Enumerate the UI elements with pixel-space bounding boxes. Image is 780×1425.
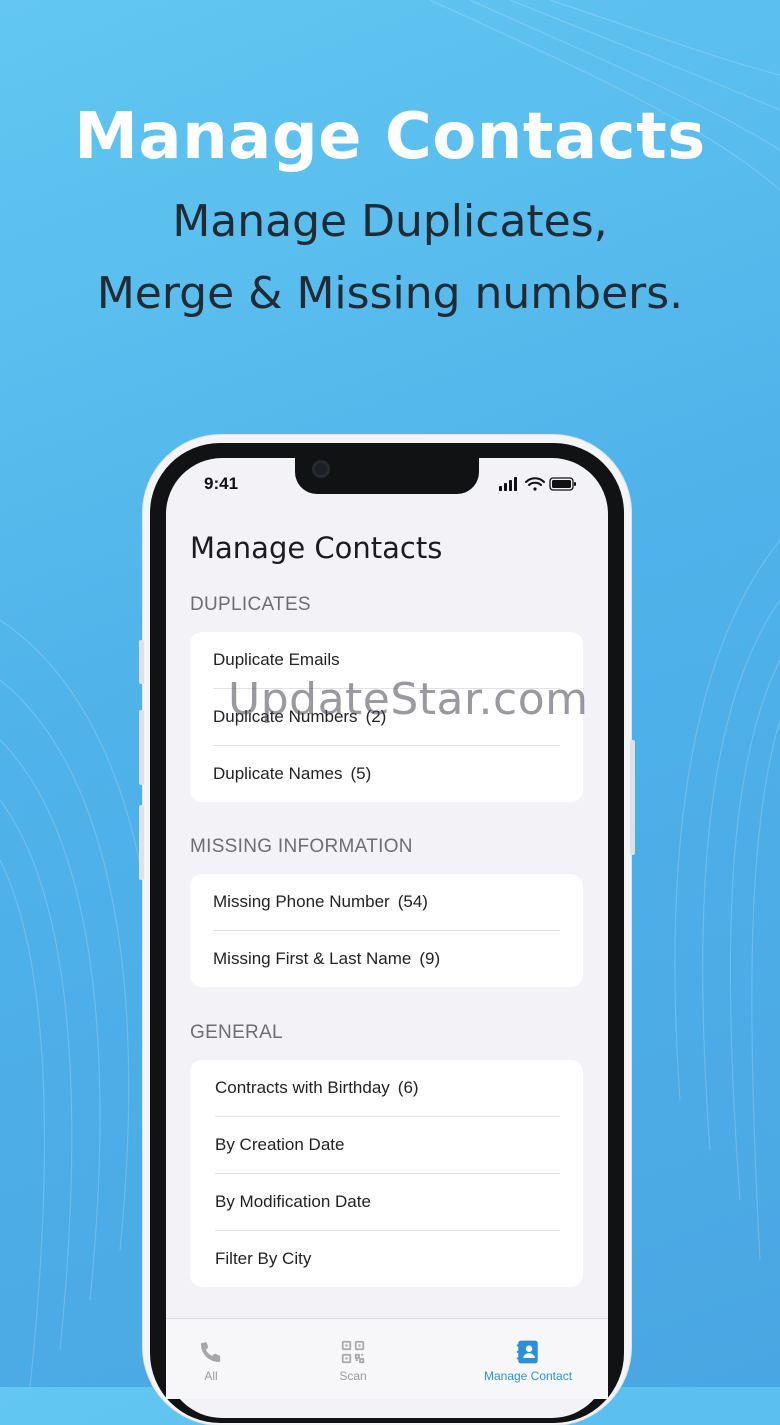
tab-all[interactable]: All <box>186 1339 236 1409</box>
cellular-signal-icon <box>499 477 517 491</box>
list-item-count: (9) <box>419 949 441 968</box>
list-item-label: Contracts with Birthday <box>215 1078 390 1097</box>
section-label-duplicates: DUPLICATES <box>190 594 311 615</box>
list-item-duplicate-names[interactable]: Duplicate Names (5) <box>213 745 560 802</box>
tab-label: All <box>204 1369 218 1383</box>
list-item-count: (54) <box>397 892 428 911</box>
list-item-by-modification-date[interactable]: By Modification Date <box>215 1173 560 1230</box>
wifi-icon <box>525 477 545 491</box>
power-button <box>630 740 635 855</box>
list-item-label: By Creation Date <box>215 1135 345 1154</box>
phone-icon <box>201 1341 221 1362</box>
volume-down-button <box>139 710 144 785</box>
hero-title: Manage Contacts <box>74 100 706 174</box>
list-item-filter-by-city[interactable]: Filter By City <box>215 1230 560 1287</box>
section-label-missing-information: MISSING INFORMATION <box>190 836 413 857</box>
watermark: UpdateStar.com <box>228 674 589 725</box>
hero-subtitle-line1: Manage Duplicates, <box>172 196 608 247</box>
list-item-label: Missing First & Last Name <box>213 949 412 968</box>
status-time: 9:41 <box>204 474 239 493</box>
mute-button <box>139 805 144 880</box>
contact-book-icon <box>516 1340 538 1364</box>
tab-label: Manage Contact <box>483 1369 573 1383</box>
list-item-missing-phone-number[interactable]: Missing Phone Number (54) <box>213 874 560 930</box>
volume-up-button <box>139 640 144 684</box>
card-general: Contracts with Birthday (6) By Creation … <box>190 1060 583 1287</box>
list-item-missing-first-last-name[interactable]: Missing First & Last Name (9) <box>213 930 560 987</box>
front-camera <box>312 460 330 478</box>
list-item-label: Missing Phone Number <box>213 892 390 911</box>
list-item-label: Filter By City <box>215 1249 312 1268</box>
list-item-count: (5) <box>350 764 372 783</box>
hero-subtitle-line2: Merge & Missing numbers. <box>96 268 684 319</box>
list-item-label: By Modification Date <box>215 1192 371 1211</box>
status-icons <box>499 477 576 491</box>
tab-manage-contact[interactable]: Manage Contact <box>466 1339 590 1409</box>
list-item-contracts-with-birthday[interactable]: Contracts with Birthday (6) <box>215 1060 560 1116</box>
list-item-count: (6) <box>397 1078 419 1097</box>
list-item-by-creation-date[interactable]: By Creation Date <box>215 1116 560 1173</box>
tab-label: Scan <box>339 1369 367 1383</box>
list-item-label: Duplicate Emails <box>213 650 340 669</box>
section-label-general: GENERAL <box>190 1022 283 1043</box>
tab-scan[interactable]: Scan <box>328 1339 378 1409</box>
list-item-label: Duplicate Names <box>213 764 343 783</box>
qr-code-icon <box>341 1340 365 1364</box>
card-missing-information: Missing Phone Number (54) Missing First … <box>190 874 583 987</box>
battery-icon <box>549 477 576 491</box>
page-title: Manage Contacts <box>190 531 443 565</box>
